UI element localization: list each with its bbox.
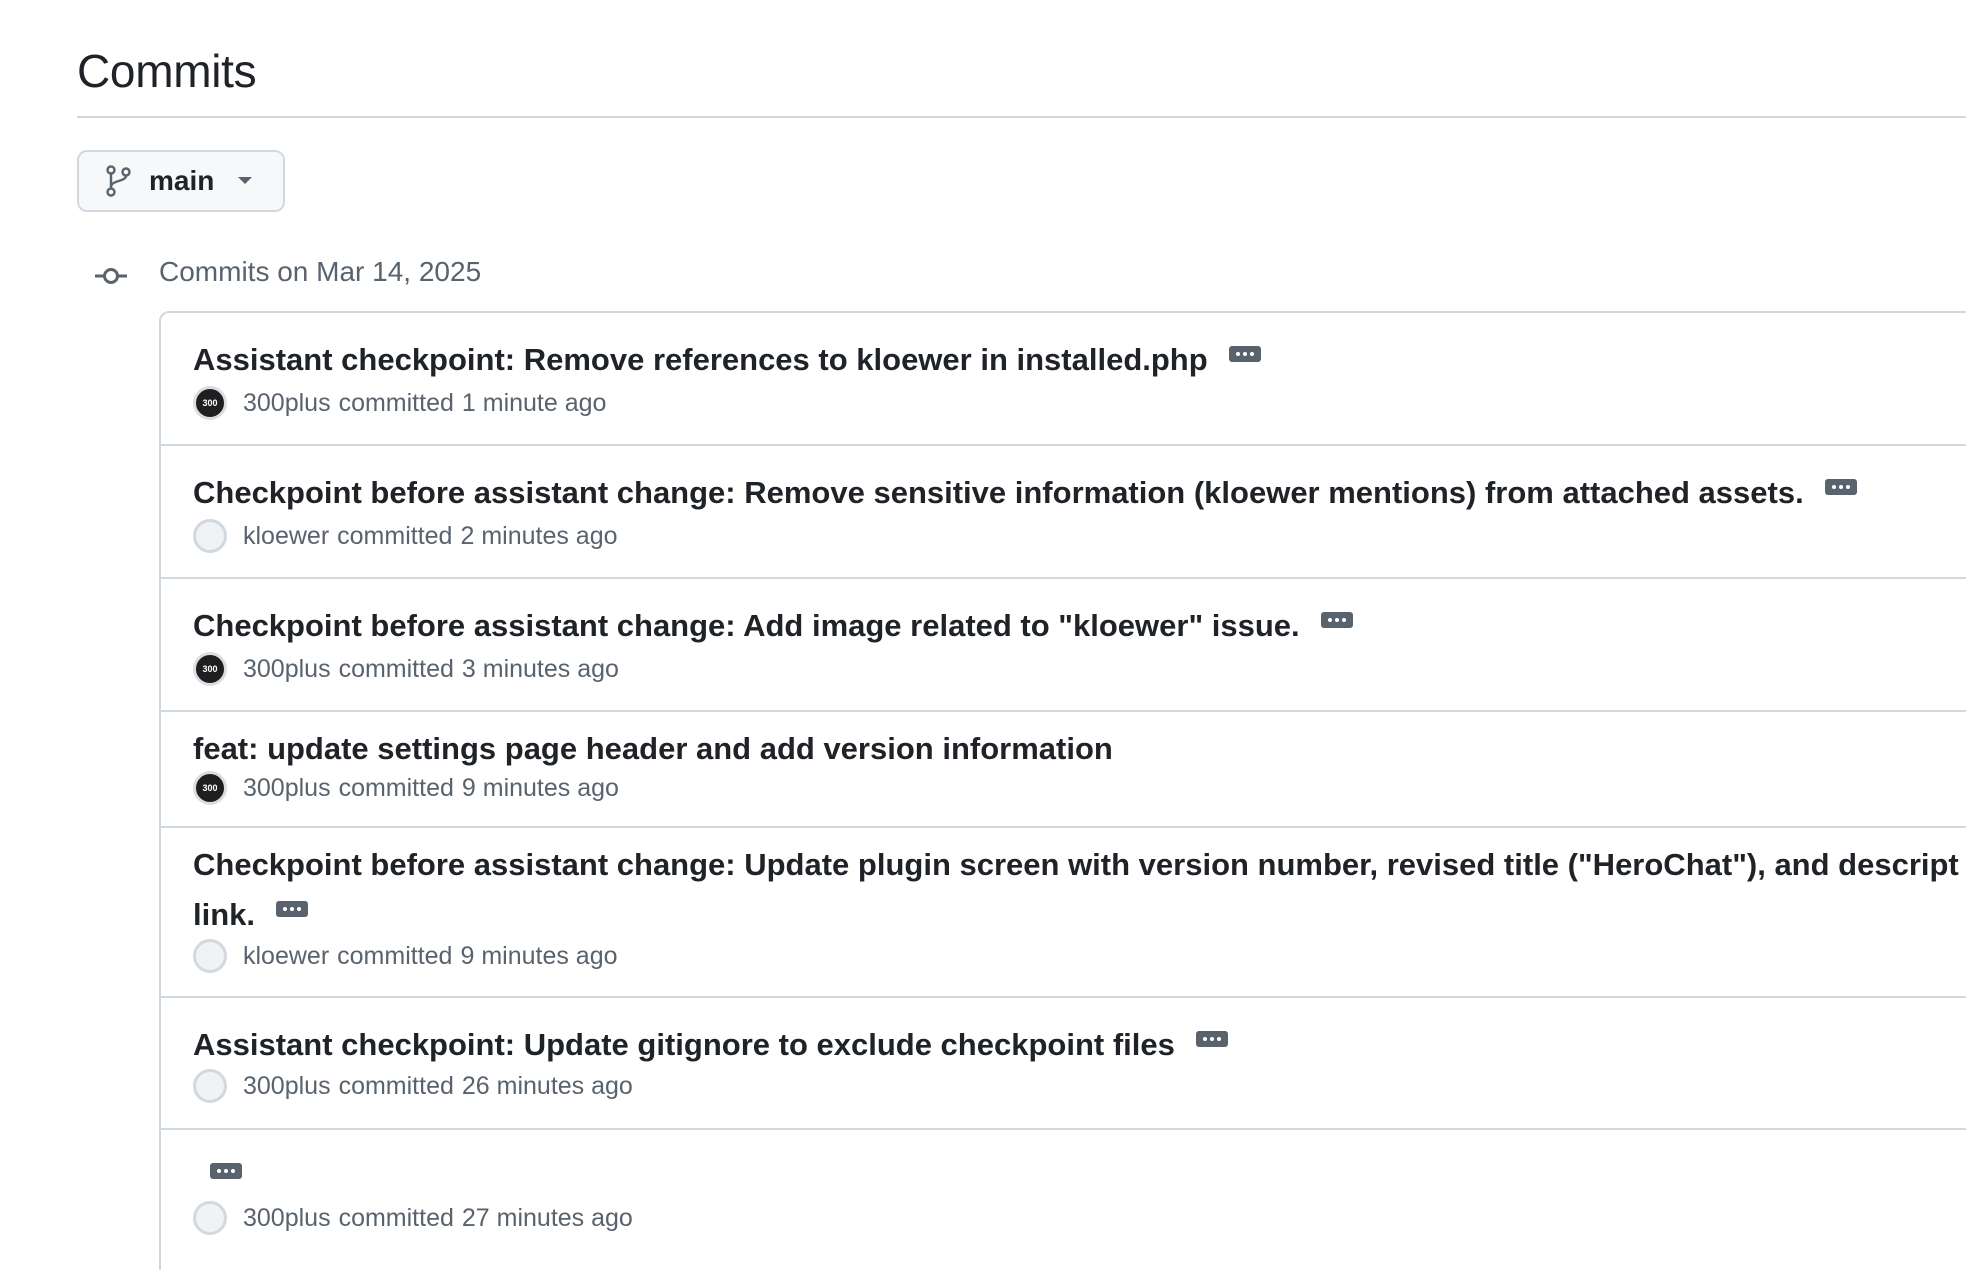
commit-row: Assistant checkpoint: Update gitignore t…	[161, 998, 1966, 1130]
ellipsis-icon	[1320, 611, 1353, 628]
commit-message-link[interactable]: Assistant checkpoint: Update gitignore t…	[193, 1027, 1175, 1062]
commit-verb: committed	[338, 1071, 454, 1100]
commit-verb: committed	[338, 654, 454, 683]
commit-author[interactable]: 300plus	[243, 655, 331, 684]
ellipsis-icon	[1195, 1030, 1228, 1047]
commit-author[interactable]: kloewer	[243, 522, 329, 551]
commit-time: 9 minutes ago	[461, 773, 619, 802]
expand-message-button[interactable]	[1312, 604, 1362, 636]
avatar[interactable]: 300	[193, 652, 227, 686]
chevron-down-icon	[236, 176, 254, 186]
commit-message-link-continued[interactable]: link.	[193, 897, 255, 932]
expand-message-button[interactable]	[1187, 1023, 1237, 1055]
avatar[interactable]: 300	[193, 386, 227, 420]
ellipsis-icon	[276, 900, 309, 917]
expand-message-button[interactable]	[1816, 471, 1866, 503]
commit-verb: committed	[338, 773, 454, 802]
commit-message-link[interactable]: Checkpoint before assistant change: Remo…	[193, 475, 1804, 510]
commit-verb: committed	[338, 388, 454, 417]
commit-verb: committed	[337, 521, 453, 550]
commit-meta: 300plus committed 26 minutes ago	[193, 1066, 1966, 1106]
ellipsis-icon	[1824, 478, 1857, 495]
commit-row: 300plus committed 27 minutes ago	[161, 1130, 1966, 1270]
avatar[interactable]	[193, 519, 227, 553]
avatar[interactable]	[193, 939, 227, 973]
commit-meta: 300plus committed 27 minutes ago	[193, 1198, 1966, 1238]
commit-message-link[interactable]: Assistant checkpoint: Remove references …	[193, 342, 1208, 377]
commit-row: Assistant checkpoint: Remove references …	[161, 313, 1966, 446]
commit-meta: kloewer committed 9 minutes ago	[193, 936, 1966, 976]
commit-author[interactable]: 300plus	[243, 389, 331, 418]
commit-author[interactable]: 300plus	[243, 1072, 331, 1101]
git-branch-icon	[105, 165, 133, 197]
expand-message-button[interactable]	[201, 1155, 251, 1187]
title-divider	[77, 116, 1966, 118]
avatar[interactable]	[193, 1201, 227, 1235]
commit-group-heading: Commits on Mar 14, 2025	[159, 256, 482, 287]
commit-time: 1 minute ago	[461, 388, 607, 417]
commit-row: feat: update settings page header and ad…	[161, 712, 1966, 828]
commit-row: Checkpoint before assistant change: Upda…	[161, 828, 1966, 998]
commit-row: Checkpoint before assistant change: Remo…	[161, 446, 1966, 579]
commit-time: 2 minutes ago	[460, 521, 618, 550]
commit-message-link[interactable]: feat: update settings page header and ad…	[193, 731, 1113, 766]
commit-verb: committed	[337, 941, 453, 970]
commit-meta: 300 300plus committed 3 minutes ago	[193, 649, 1966, 689]
ellipsis-icon	[1228, 345, 1261, 362]
commit-author[interactable]: 300plus	[243, 1204, 331, 1233]
commit-time: 3 minutes ago	[461, 654, 619, 683]
branch-selector-button[interactable]: main	[77, 150, 285, 212]
commit-message-link[interactable]: Checkpoint before assistant change: Upda…	[193, 847, 1959, 882]
commit-list: Assistant checkpoint: Remove references …	[159, 311, 1966, 1270]
commit-message-link[interactable]: Checkpoint before assistant change: Add …	[193, 608, 1300, 643]
commit-time: 9 minutes ago	[460, 941, 618, 970]
commit-author[interactable]: kloewer	[243, 942, 329, 971]
commit-meta: kloewer committed 2 minutes ago	[193, 516, 1966, 556]
avatar[interactable]	[193, 1069, 227, 1103]
expand-message-button[interactable]	[1220, 338, 1270, 370]
commit-time: 26 minutes ago	[461, 1071, 633, 1100]
git-commit-icon	[93, 262, 129, 290]
commit-row: Checkpoint before assistant change: Add …	[161, 579, 1966, 712]
branch-name: main	[149, 165, 215, 196]
page-title: Commits	[77, 45, 257, 97]
expand-message-button[interactable]	[267, 893, 317, 925]
commit-meta: 300 300plus committed 1 minute ago	[193, 383, 1966, 423]
commit-author[interactable]: 300plus	[243, 774, 331, 803]
ellipsis-icon	[210, 1162, 242, 1179]
commit-meta: 300 300plus committed 9 minutes ago	[193, 768, 1966, 808]
avatar[interactable]: 300	[193, 771, 227, 805]
commit-verb: committed	[338, 1203, 454, 1232]
commit-time: 27 minutes ago	[461, 1203, 633, 1232]
